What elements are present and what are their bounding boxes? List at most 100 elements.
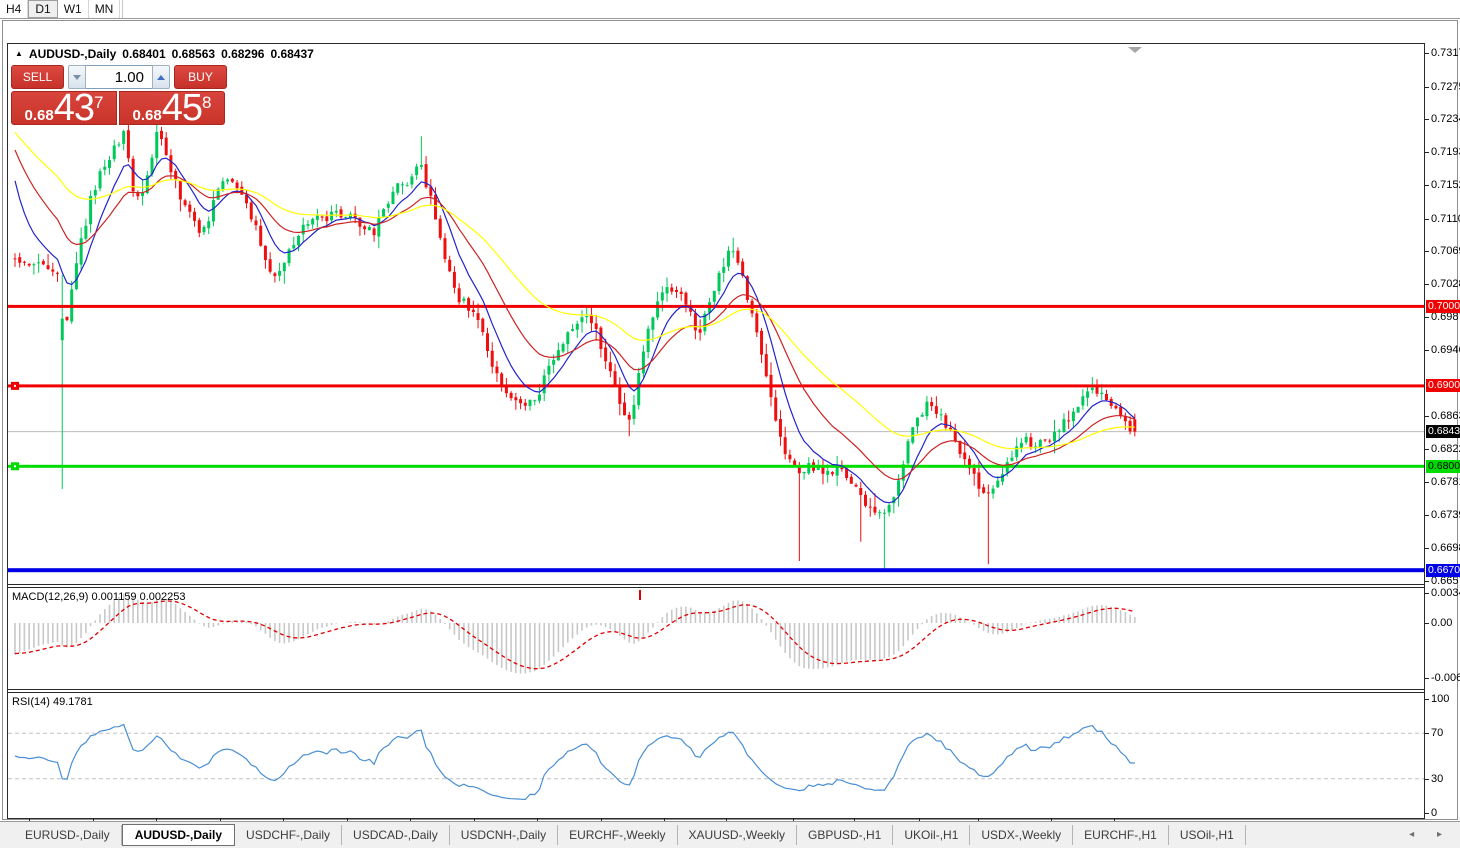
collapse-triangle-icon[interactable]: ▲ xyxy=(15,49,23,59)
chart-tab-gbpusd-h1[interactable]: GBPUSD-,H1 xyxy=(797,825,893,845)
axis-tick xyxy=(1425,733,1429,734)
chart-tab-eurchf-h1[interactable]: EURCHF-,H1 xyxy=(1073,825,1169,845)
volume-decrease-button[interactable] xyxy=(68,65,86,89)
timeframe-button-mn[interactable]: MN xyxy=(89,0,121,18)
arrow-down-icon xyxy=(73,75,81,80)
level-price-badge: 0.70002 xyxy=(1426,300,1460,313)
sell-button[interactable]: SELL xyxy=(11,65,64,89)
rsi-label: RSI(14) 49.1781 xyxy=(12,696,93,708)
buy-price-base: 0.68 xyxy=(133,107,162,124)
macd-histogram xyxy=(15,593,1135,673)
chart-tab-usoil-h1[interactable]: USOil-,H1 xyxy=(1169,825,1246,845)
price-axis-label: 0.66570 xyxy=(1431,575,1460,587)
chart-tab-xauusd-weekly[interactable]: XAUUSD-,Weekly xyxy=(678,825,797,845)
axis-tick xyxy=(1425,449,1429,450)
price-axis-label: 0.70690 xyxy=(1431,245,1460,257)
level-line-0.66705 xyxy=(8,568,1424,572)
quote-open: 0.68401 xyxy=(122,47,165,61)
axis-tick xyxy=(1425,416,1429,417)
macd-axis-label: -0.00637 xyxy=(1431,672,1460,684)
chart-tab-bar: EURUSD-,DailyAUDUSD-,DailyUSDCHF-,DailyU… xyxy=(0,821,1460,848)
axis-tick xyxy=(1425,699,1429,700)
buy-price-panel[interactable]: 0.68 45 8 xyxy=(119,91,225,125)
price-axis[interactable]: 0.731700.727500.723400.719300.715200.711… xyxy=(1425,43,1460,841)
panel-divider xyxy=(7,587,1425,588)
volume-input[interactable] xyxy=(86,65,152,89)
axis-tick xyxy=(1425,152,1429,153)
chart-tab-audusd-daily[interactable]: AUDUSD-,Daily xyxy=(122,824,235,846)
price-axis-label: 0.66980 xyxy=(1431,542,1460,554)
price-axis-label: 0.68220 xyxy=(1431,443,1460,455)
chart-symbol: AUDUSD-,Daily xyxy=(29,47,116,61)
arrow-up-icon xyxy=(157,75,165,80)
macd-panel-canvas[interactable] xyxy=(8,588,1424,689)
axis-tick xyxy=(1425,317,1429,318)
buy-button[interactable]: BUY xyxy=(174,65,227,89)
level-price-badge: 0.66705 xyxy=(1426,564,1460,577)
main-chart-canvas[interactable] xyxy=(8,44,1424,584)
volume-increase-button[interactable] xyxy=(152,65,170,89)
axis-tick xyxy=(1425,678,1429,679)
quote-low: 0.68296 xyxy=(221,47,264,61)
level-price-badge: 0.68004 xyxy=(1426,460,1460,473)
axis-tick xyxy=(1425,813,1429,814)
macd-signal-line xyxy=(15,601,1135,669)
rsi-axis-label: 0 xyxy=(1431,807,1437,819)
axis-tick xyxy=(1425,779,1429,780)
sell-price-base: 0.68 xyxy=(25,107,54,124)
chart-tab-eurusd-daily[interactable]: EURUSD-,Daily xyxy=(14,825,122,845)
price-axis-label: 0.69460 xyxy=(1431,344,1460,356)
chart-tab-eurchf-weekly[interactable]: EURCHF-,Weekly xyxy=(558,825,677,845)
panel-divider[interactable] xyxy=(7,584,1425,585)
axis-tick xyxy=(1425,219,1429,220)
chart-tab-ukoil-h1[interactable]: UKOil-,H1 xyxy=(893,825,970,845)
macd-axis-label: 0.00 xyxy=(1431,617,1452,629)
chart-tab-usdx-weekly[interactable]: USDX-,Weekly xyxy=(970,825,1073,845)
axis-tick xyxy=(1425,119,1429,120)
line-handle-dot xyxy=(14,465,16,467)
rsi-panel-canvas[interactable] xyxy=(8,693,1424,818)
chart-title: ▲ AUDUSD-,Daily 0.68401 0.68563 0.68296 … xyxy=(15,47,314,61)
timeframe-button-d1[interactable]: D1 xyxy=(28,0,57,18)
level-line-0.69009 xyxy=(8,384,1424,387)
quote-close: 0.68437 xyxy=(270,47,313,61)
macd-axis-label: 0.00349 xyxy=(1431,587,1460,599)
axis-tick xyxy=(1425,350,1429,351)
price-axis-label: 0.70280 xyxy=(1431,278,1460,290)
rsi-axis-label: 70 xyxy=(1431,727,1443,739)
sell-price-sup: 7 xyxy=(94,93,103,113)
axis-tick xyxy=(1425,284,1429,285)
rsi-axis-label: 30 xyxy=(1431,773,1443,785)
price-axis-label: 0.72750 xyxy=(1431,81,1460,93)
axis-tick xyxy=(1425,593,1429,594)
timeframe-button-h4[interactable]: H4 xyxy=(0,0,28,18)
axis-tick xyxy=(1425,251,1429,252)
axis-tick xyxy=(1425,482,1429,483)
panel-divider[interactable] xyxy=(7,689,1425,690)
chart-tab-usdcad-daily[interactable]: USDCAD-,Daily xyxy=(342,825,450,845)
rsi-value: 49.1781 xyxy=(53,696,93,708)
level-price-badge: 0.69009 xyxy=(1426,379,1460,392)
sell-price-panel[interactable]: 0.68 43 7 xyxy=(11,91,117,125)
buy-price-big: 45 xyxy=(162,93,202,123)
price-axis-label: 0.68630 xyxy=(1431,410,1460,422)
current-price-badge: 0.68437 xyxy=(1426,425,1460,438)
tab-scroll-arrows[interactable]: ◂ ▸ xyxy=(1409,829,1452,840)
buy-price-sup: 8 xyxy=(202,93,211,113)
axis-tick xyxy=(1425,515,1429,516)
axis-tick xyxy=(1425,581,1429,582)
price-axis-label: 0.67810 xyxy=(1431,476,1460,488)
timeframe-button-w1[interactable]: W1 xyxy=(58,0,89,18)
rsi-axis-label: 100 xyxy=(1431,693,1449,705)
axis-tick xyxy=(1425,53,1429,54)
macd-label: MACD(12,26,9) 0.001159 0.002253 xyxy=(12,591,186,603)
toolbar-separator xyxy=(122,0,123,18)
moving-average-8 xyxy=(15,158,1135,503)
chart-window: ▲ AUDUSD-,Daily 0.68401 0.68563 0.68296 … xyxy=(2,20,1458,820)
chart-tab-usdcnh-daily[interactable]: USDCNH-,Daily xyxy=(450,825,558,845)
chart-tab-usdchf-daily[interactable]: USDCHF-,Daily xyxy=(235,825,342,845)
axis-tick xyxy=(1425,87,1429,88)
shift-marker-icon xyxy=(1128,47,1142,53)
mt4-terminal: H4D1W1MN ▲ AUDUSD-,Daily 0.68401 0.68563… xyxy=(0,0,1460,848)
timeframe-toolbar: H4D1W1MN xyxy=(0,0,1460,19)
